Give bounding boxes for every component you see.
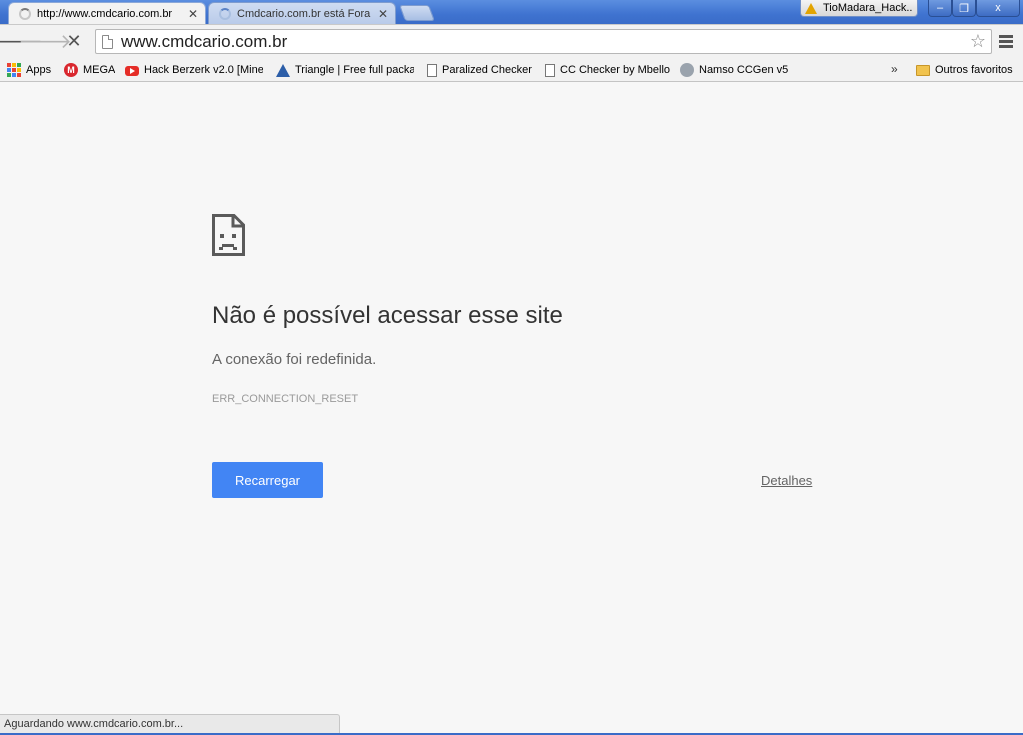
- bookmark-namso[interactable]: Namso CCGen v5: [680, 62, 788, 78]
- error-code: ERR_CONNECTION_RESET: [212, 393, 359, 405]
- new-tab-button[interactable]: [399, 5, 435, 21]
- bookmark-triangle[interactable]: Triangle | Free full packa: [276, 62, 414, 78]
- bookmark-label: Apps: [26, 64, 52, 76]
- tab-title: http://www.cmdcario.com.br: [37, 7, 173, 20]
- reload-button[interactable]: Recarregar: [212, 462, 323, 498]
- page-icon: [427, 63, 437, 77]
- address-bar[interactable]: www.cmdcario.com.br ☆: [95, 29, 992, 54]
- bookmark-label: Triangle | Free full packa: [295, 64, 414, 76]
- warning-icon: [805, 2, 817, 14]
- bookmark-mega[interactable]: M MEGA: [64, 62, 115, 78]
- namso-icon: [680, 63, 694, 77]
- tab-close-icon[interactable]: ✕: [377, 7, 389, 21]
- status-bubble: Aguardando www.cmdcario.com.br...: [0, 714, 340, 733]
- details-link[interactable]: Detalhes: [761, 473, 812, 488]
- sad-page-icon: [212, 214, 245, 256]
- restore-button[interactable]: ❐: [952, 0, 976, 17]
- toolbar: 🡐 🡒 ✕ www.cmdcario.com.br ☆: [0, 24, 1023, 58]
- loading-spinner-icon: [219, 7, 231, 20]
- bookmarks-bar: Apps M MEGA Hack Berzerk v2.0 [Mine Tria…: [0, 58, 1023, 82]
- tab-inactive[interactable]: Cmdcario.com.br está Fora d ✕: [208, 2, 396, 24]
- url-text[interactable]: www.cmdcario.com.br: [121, 32, 970, 52]
- bookmark-label: MEGA: [83, 64, 116, 76]
- bookmark-hack-berzerk[interactable]: Hack Berzerk v2.0 [Mine: [125, 62, 263, 78]
- bookmark-label: CC Checker by Mbello: [560, 64, 671, 76]
- bookmark-paralized-checker[interactable]: Paralized Checker: [427, 62, 532, 78]
- minimize-button[interactable]: –: [928, 0, 952, 17]
- close-window-button[interactable]: x: [976, 0, 1020, 17]
- forward-arrow-icon[interactable]: 🡒: [18, 29, 72, 53]
- loading-spinner-icon: [19, 7, 31, 20]
- apps-grid-icon: [7, 63, 21, 77]
- tab-title: Cmdcario.com.br está Fora d: [237, 7, 373, 20]
- tab-active[interactable]: http://www.cmdcario.com.br ✕: [8, 2, 206, 24]
- bookmark-other-folder[interactable]: Outros favoritos: [916, 62, 1013, 78]
- title-bar: http://www.cmdcario.com.br ✕ Cmdcario.co…: [0, 0, 1023, 24]
- bookmark-cc-checker[interactable]: CC Checker by Mbello: [545, 62, 670, 78]
- bookmark-star-icon[interactable]: ☆: [970, 31, 986, 52]
- tab-close-icon[interactable]: ✕: [187, 7, 199, 21]
- triangle-icon: [276, 63, 290, 77]
- menu-icon[interactable]: [999, 35, 1013, 50]
- bookmark-label: Namso CCGen v5: [699, 64, 789, 76]
- bookmark-label: Outros favoritos: [935, 64, 1013, 76]
- profile-name: TioMadara_Hack...: [823, 2, 913, 14]
- bookmark-apps[interactable]: Apps: [7, 62, 51, 78]
- folder-icon: [916, 64, 930, 76]
- more-bookmarks-chevron-icon[interactable]: »: [891, 62, 898, 76]
- error-title: Não é possível acessar esse site: [212, 302, 563, 329]
- mega-icon: M: [64, 63, 78, 77]
- page-icon: [545, 63, 555, 77]
- page-icon: [102, 34, 113, 49]
- error-description: A conexão foi redefinida.: [212, 351, 377, 368]
- bookmark-label: Hack Berzerk v2.0 [Mine: [144, 64, 263, 76]
- youtube-icon: [125, 66, 139, 76]
- bookmark-label: Paralized Checker: [442, 64, 532, 76]
- stop-loading-icon[interactable]: ✕: [62, 29, 86, 53]
- profile-button[interactable]: TioMadara_Hack...: [800, 0, 918, 17]
